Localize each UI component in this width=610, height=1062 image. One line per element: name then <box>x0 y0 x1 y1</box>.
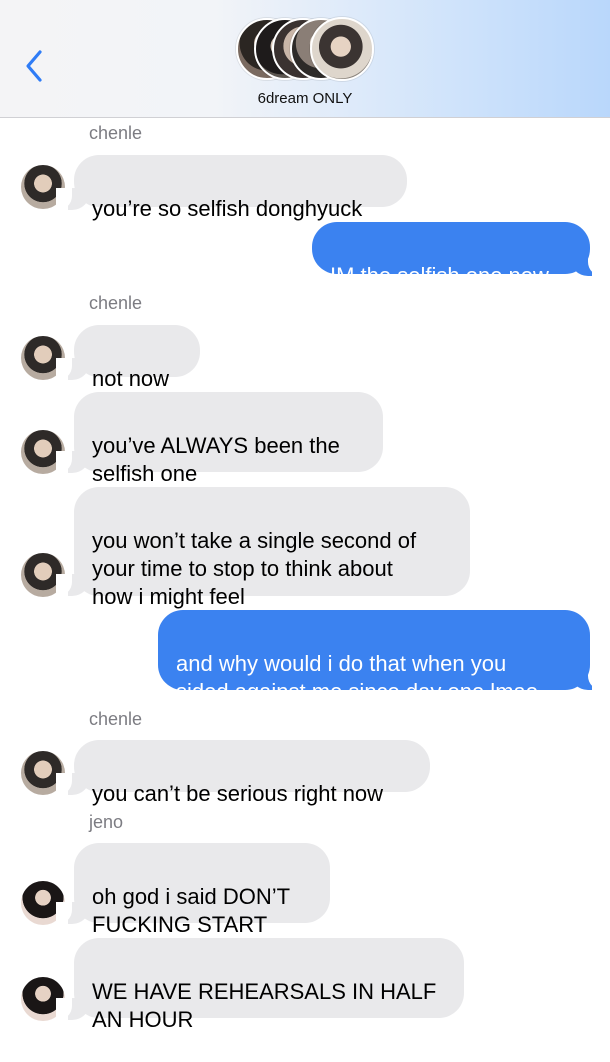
sender-name: jeno <box>89 812 124 832</box>
message-bubble-outgoing[interactable]: and why would i do that when you sided a… <box>158 610 590 704</box>
message-bubble[interactable]: you’re so selfish donghyuck <box>74 155 407 221</box>
sender-name: chenle <box>89 293 143 313</box>
message-bubble[interactable]: oh god i said DON’T FUCKING START <box>74 843 330 937</box>
message-text: not now <box>92 366 170 391</box>
conversation-header: 6dream ONLY <box>0 0 610 118</box>
group-member-avatar <box>310 17 374 81</box>
message-text: IM the selfish one now <box>330 263 549 288</box>
message-text: you’re so selfish donghyuck <box>92 196 363 221</box>
message-text: WE HAVE REHEARSALS IN HALF AN HOUR <box>92 979 437 1032</box>
message-bubble[interactable]: not now <box>74 325 200 391</box>
message-text: you can’t be serious right now <box>92 781 384 806</box>
group-name[interactable]: 6dream ONLY <box>0 90 610 107</box>
message-text: you won’t take a single second of your t… <box>92 528 417 609</box>
message-bubble[interactable]: WE HAVE REHEARSALS IN HALF AN HOUR <box>74 938 464 1032</box>
message-text: you’ve ALWAYS been the selfish one <box>92 433 340 486</box>
message-bubble[interactable]: you’ve ALWAYS been the selfish one <box>74 392 383 486</box>
sender-name: chenle <box>89 123 143 143</box>
message-bubble[interactable]: you won’t take a single second of your t… <box>74 487 470 609</box>
message-bubble[interactable]: you can’t be serious right now <box>74 740 430 806</box>
message-text: oh god i said DON’T FUCKING START <box>92 884 291 937</box>
message-text: and why would i do that when you sided a… <box>176 651 538 704</box>
group-avatar-stack[interactable] <box>236 17 376 81</box>
message-bubble-outgoing[interactable]: IM the selfish one now <box>312 222 590 288</box>
chevron-left-icon[interactable] <box>22 48 46 84</box>
sender-name: chenle <box>89 709 143 729</box>
